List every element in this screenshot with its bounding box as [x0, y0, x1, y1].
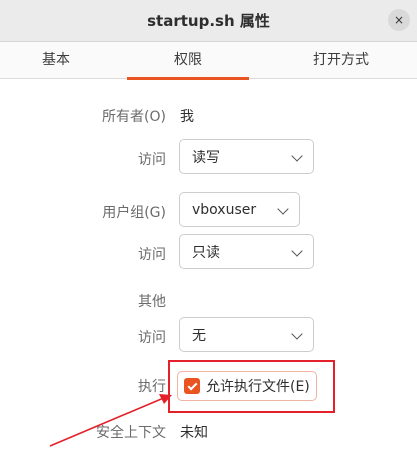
- execute-checkbox[interactable]: [184, 378, 200, 394]
- group-access-value: 只读: [192, 244, 220, 261]
- execute-label: 执行: [138, 379, 166, 395]
- group-value: vboxuser: [192, 201, 257, 218]
- chevron-down-icon: [291, 150, 303, 162]
- chevron-down-icon: [277, 203, 289, 215]
- security-context-label: 安全上下文: [96, 425, 166, 441]
- group-label: 用户组(G): [102, 205, 166, 221]
- others-access-value: 无: [192, 327, 206, 344]
- tab-permissions[interactable]: 权限: [127, 42, 249, 80]
- owner-access-label: 访问: [138, 152, 166, 168]
- owner-value: 我: [180, 109, 194, 125]
- checkmark-icon: [187, 380, 197, 390]
- tab-basic[interactable]: 基本: [0, 42, 112, 79]
- others-access-label: 访问: [138, 330, 166, 346]
- chevron-down-icon: [291, 245, 303, 257]
- close-icon: ×: [393, 13, 405, 27]
- owner-label: 所有者(O): [102, 109, 166, 125]
- others-access-dropdown[interactable]: 无: [179, 317, 314, 352]
- title-bar: startup.sh 属性 ×: [0, 0, 417, 42]
- tab-open-with[interactable]: 打开方式: [265, 42, 417, 79]
- execute-checkbox-row[interactable]: 允许执行文件(E): [177, 371, 317, 401]
- close-button[interactable]: ×: [388, 9, 410, 31]
- group-access-dropdown[interactable]: 只读: [179, 234, 314, 269]
- tab-bar: 基本 权限 打开方式: [0, 42, 417, 80]
- chevron-down-icon: [291, 328, 303, 340]
- others-label: 其他: [138, 294, 166, 310]
- owner-access-value: 读写: [192, 149, 220, 166]
- execute-checkbox-label: 允许执行文件(E): [206, 379, 310, 395]
- owner-access-dropdown[interactable]: 读写: [179, 139, 314, 174]
- window-title: startup.sh 属性: [147, 12, 270, 30]
- group-access-label: 访问: [138, 247, 166, 263]
- security-context-value: 未知: [180, 425, 208, 441]
- group-dropdown[interactable]: vboxuser: [179, 192, 300, 227]
